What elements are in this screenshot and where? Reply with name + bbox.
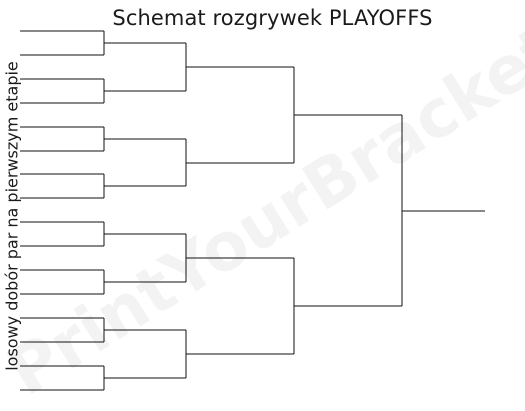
bracket-diagram [20, 30, 485, 391]
